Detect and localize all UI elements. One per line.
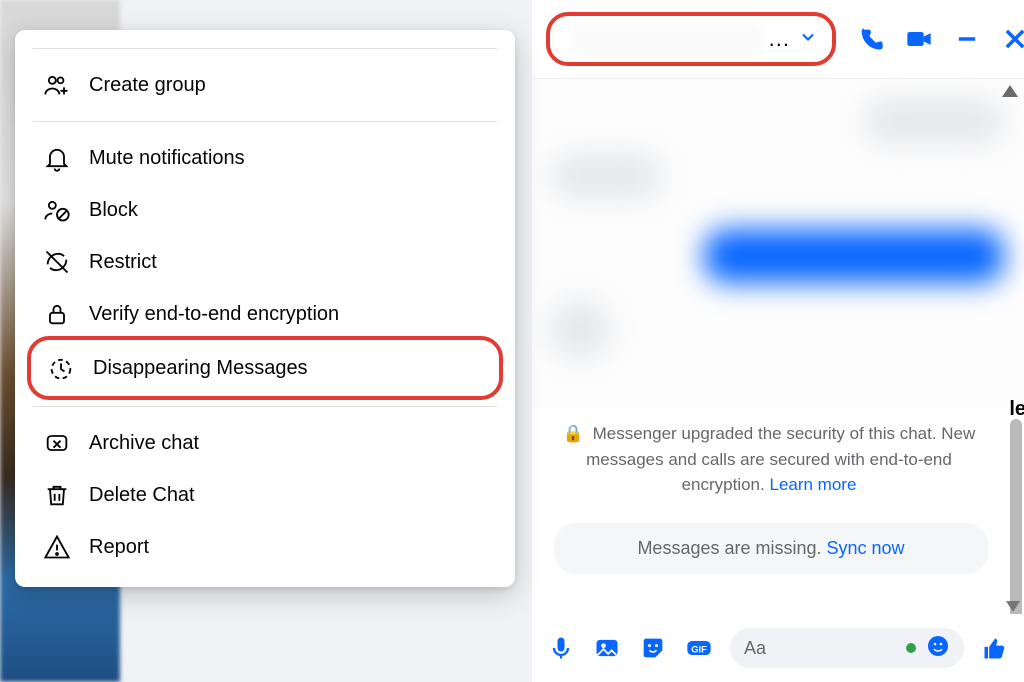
blurred-avatar bbox=[550, 299, 610, 359]
menu-delete-chat[interactable]: Delete Chat bbox=[15, 469, 515, 521]
restrict-icon bbox=[43, 248, 71, 276]
menu-block[interactable]: Block bbox=[15, 184, 515, 236]
voice-call-button[interactable] bbox=[856, 24, 886, 54]
message-input[interactable]: Aa bbox=[730, 628, 964, 668]
menu-divider bbox=[33, 121, 497, 122]
partial-right-edge-text: le bbox=[1009, 398, 1024, 421]
security-notice: 🔒 Messenger upgraded the security of thi… bbox=[532, 417, 1006, 502]
svg-text:GIF: GIF bbox=[691, 645, 707, 655]
chat-header-name-button[interactable]: ... bbox=[546, 12, 836, 66]
menu-divider bbox=[33, 406, 497, 407]
input-placeholder: Aa bbox=[744, 638, 766, 659]
scrollbar-thumb[interactable] bbox=[1010, 419, 1022, 614]
menu-label: Mute notifications bbox=[89, 147, 245, 170]
blurred-message bbox=[552, 154, 662, 198]
voice-clip-button[interactable] bbox=[546, 633, 576, 663]
menu-mute-notifications[interactable]: Mute notifications bbox=[15, 132, 515, 184]
menu-label: Report bbox=[89, 536, 149, 559]
blurred-message bbox=[704, 229, 1004, 283]
archive-x-icon bbox=[43, 429, 71, 457]
menu-label: Disappearing Messages bbox=[93, 357, 308, 380]
lock-icon bbox=[43, 300, 71, 328]
scroll-down-arrow[interactable] bbox=[1006, 601, 1020, 612]
sync-now-link[interactable]: Sync now bbox=[827, 538, 905, 558]
header-action-icons bbox=[856, 24, 1024, 54]
active-status-dot bbox=[906, 643, 916, 653]
chat-window: ... bbox=[532, 0, 1024, 682]
menu-label: Create group bbox=[89, 74, 206, 97]
attach-image-button[interactable] bbox=[592, 633, 622, 663]
contact-name-blurred bbox=[572, 23, 763, 55]
chat-header: ... bbox=[532, 0, 1024, 78]
gif-button[interactable]: GIF bbox=[684, 633, 714, 663]
lock-small-icon: 🔒 bbox=[563, 424, 584, 443]
close-button[interactable] bbox=[1000, 24, 1024, 54]
minimize-button[interactable] bbox=[952, 24, 982, 54]
timer-icon bbox=[47, 354, 75, 382]
scroll-up-arrow[interactable] bbox=[1002, 85, 1018, 97]
menu-label: Block bbox=[89, 199, 138, 222]
chat-context-menu: Create group Mute notifications Block Re… bbox=[15, 30, 515, 587]
sticker-button[interactable] bbox=[638, 633, 668, 663]
message-composer: GIF Aa bbox=[532, 614, 1024, 682]
menu-label: Archive chat bbox=[89, 432, 199, 455]
more-dots-icon: ... bbox=[769, 26, 792, 52]
menu-archive-chat[interactable]: Archive chat bbox=[15, 417, 515, 469]
thumbs-up-button[interactable] bbox=[980, 633, 1010, 663]
menu-divider bbox=[33, 48, 497, 49]
bell-icon bbox=[43, 144, 71, 172]
blurred-message bbox=[864, 99, 1004, 143]
messages-blurred-area bbox=[532, 79, 1024, 409]
menu-create-group[interactable]: Create group bbox=[15, 59, 515, 111]
emoji-picker-button[interactable] bbox=[926, 634, 950, 663]
chevron-down-icon bbox=[798, 27, 818, 52]
menu-report[interactable]: Report bbox=[15, 521, 515, 573]
highlight-disappearing-messages: Disappearing Messages bbox=[27, 336, 503, 400]
missing-text: Messages are missing. bbox=[637, 538, 826, 558]
trash-icon bbox=[43, 481, 71, 509]
chat-body: 🔒 Messenger upgraded the security of thi… bbox=[532, 78, 1024, 614]
menu-label: Verify end-to-end encryption bbox=[89, 303, 339, 326]
menu-verify-encryption[interactable]: Verify end-to-end encryption bbox=[15, 288, 515, 340]
learn-more-link[interactable]: Learn more bbox=[769, 475, 856, 494]
menu-restrict[interactable]: Restrict bbox=[15, 236, 515, 288]
menu-label: Delete Chat bbox=[89, 484, 195, 507]
people-plus-icon bbox=[43, 71, 71, 99]
menu-disappearing-messages[interactable]: Disappearing Messages bbox=[31, 342, 499, 394]
menu-label: Restrict bbox=[89, 251, 157, 274]
video-call-button[interactable] bbox=[904, 24, 934, 54]
block-user-icon bbox=[43, 196, 71, 224]
warning-triangle-icon bbox=[43, 533, 71, 561]
messages-missing-banner: Messages are missing. Sync now bbox=[554, 523, 988, 574]
